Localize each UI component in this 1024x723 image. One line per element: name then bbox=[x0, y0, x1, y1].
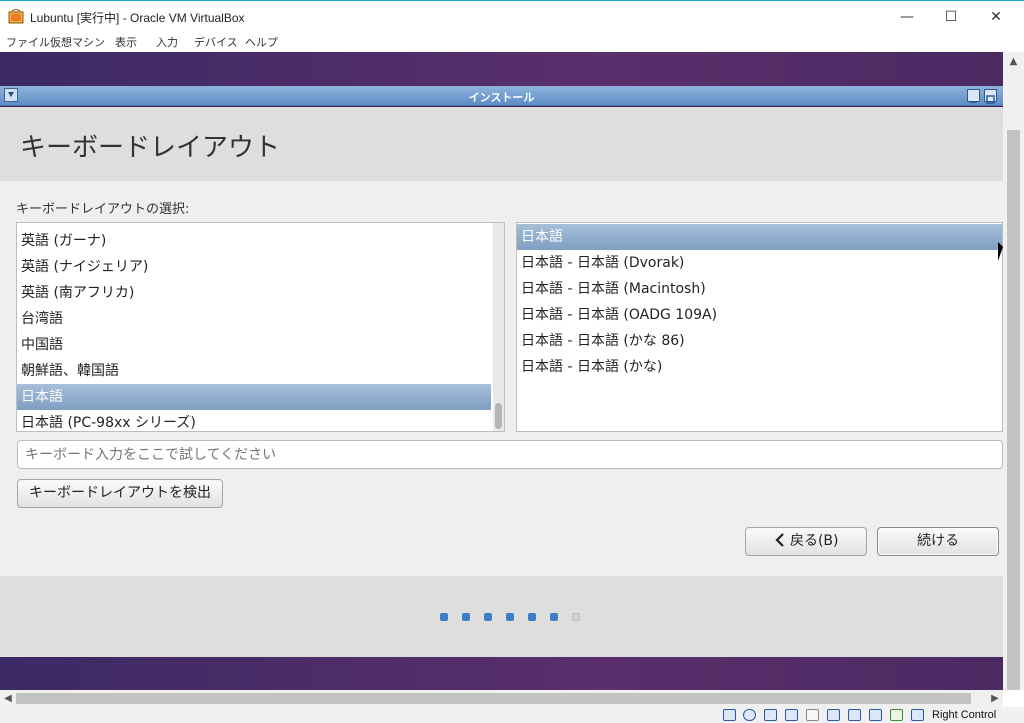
progress-dot-completed bbox=[462, 613, 470, 621]
vm-display[interactable]: インストール キーボードレイアウト キーボードレイアウトの選択: 英語 (ガーナ… bbox=[0, 52, 1003, 690]
minimize-icon: — bbox=[900, 9, 914, 25]
menu-help[interactable]: ヘルプ bbox=[245, 34, 278, 50]
scroll-left-arrow-icon[interactable]: ◀ bbox=[0, 690, 16, 707]
layout-list[interactable]: 英語 (ガーナ) 英語 (ナイジェリア) 英語 (南アフリカ) 台湾語 中国語 … bbox=[16, 222, 505, 432]
progress-dot-completed bbox=[440, 613, 448, 621]
installer-header: キーボードレイアウト bbox=[0, 107, 1003, 181]
desktop-background-top bbox=[0, 52, 1003, 86]
hard-disk-icon[interactable] bbox=[723, 709, 736, 721]
list-item[interactable]: 日本語 - 日本語 (かな) bbox=[517, 354, 1002, 380]
shared-folders-icon[interactable] bbox=[806, 709, 819, 721]
virtualbox-app-icon bbox=[8, 9, 24, 24]
keyboard-test-input[interactable] bbox=[17, 440, 1003, 469]
progress-dot-pending bbox=[572, 613, 580, 621]
close-button[interactable]: ✕ bbox=[973, 5, 1019, 29]
vm-vertical-scrollbar[interactable]: ▲ bbox=[1003, 52, 1024, 690]
variant-list[interactable]: 日本語 日本語 - 日本語 (Dvorak) 日本語 - 日本語 (Macint… bbox=[516, 222, 1003, 432]
usb-icon[interactable] bbox=[785, 709, 798, 721]
progress-dot-completed bbox=[528, 613, 536, 621]
keyboard-capture-icon[interactable] bbox=[911, 709, 924, 721]
menu-view[interactable]: 表示 bbox=[115, 34, 137, 50]
host-menubar: ファイル 仮想マシン 表示 入力 デバイス ヘルプ bbox=[0, 32, 1024, 52]
optical-drive-icon[interactable] bbox=[743, 709, 756, 721]
progress-dot-completed bbox=[506, 613, 514, 621]
list-item[interactable]: 朝鮮語、韓国語 bbox=[17, 358, 491, 384]
window-title: Lubuntu [実行中] - Oracle VM VirtualBox bbox=[30, 11, 245, 25]
scroll-up-arrow-icon[interactable]: ▲ bbox=[1003, 54, 1024, 70]
installer-footer bbox=[0, 576, 1003, 657]
list-item[interactable]: 日本語 - 日本語 (Macintosh) bbox=[517, 276, 1002, 302]
close-icon: ✕ bbox=[990, 9, 1002, 25]
back-button-label: 戻る(B) bbox=[789, 533, 839, 549]
list-item-selected[interactable]: 日本語 bbox=[17, 384, 491, 410]
vm-horizontal-scroll-thumb[interactable] bbox=[16, 693, 971, 704]
list-item[interactable]: 英語 (ナイジェリア) bbox=[17, 254, 491, 280]
installer-content: キーボードレイアウトの選択: 英語 (ガーナ) 英語 (ナイジェリア) 英語 (… bbox=[0, 181, 1003, 576]
menu-machine[interactable]: 仮想マシン bbox=[50, 34, 105, 50]
menu-file[interactable]: ファイル bbox=[6, 34, 50, 50]
list-item[interactable]: 英語 (南アフリカ) bbox=[17, 280, 491, 306]
mouse-integration-icon[interactable] bbox=[890, 709, 903, 721]
list-item[interactable]: 日本語 - 日本語 (OADG 109A) bbox=[517, 302, 1002, 328]
layout-list-scroll-thumb[interactable] bbox=[495, 403, 502, 429]
menu-devices[interactable]: デバイス bbox=[194, 34, 238, 50]
installer-minimize-button[interactable] bbox=[967, 89, 980, 103]
chevron-left-icon bbox=[774, 533, 784, 547]
progress-dot-completed bbox=[550, 613, 558, 621]
installer-window-title: インストール bbox=[468, 91, 535, 104]
installer-titlebar: インストール bbox=[0, 86, 1003, 106]
maximize-icon: ☐ bbox=[944, 9, 958, 25]
vm-horizontal-scrollbar[interactable]: ◀ ▶ bbox=[0, 690, 1003, 707]
continue-button[interactable]: 続ける bbox=[877, 527, 999, 556]
list-item-selected[interactable]: 日本語 bbox=[517, 224, 1002, 250]
minimize-icon bbox=[970, 101, 977, 103]
minimize-button[interactable]: — bbox=[884, 5, 930, 29]
layout-list-scrollbar[interactable] bbox=[493, 223, 504, 431]
list-item[interactable]: 台湾語 bbox=[17, 306, 491, 332]
list-item[interactable]: 日本語 (PC-98xx シリーズ) bbox=[17, 410, 491, 431]
list-item[interactable]: 日本語 - 日本語 (Dvorak) bbox=[517, 250, 1002, 276]
scroll-right-arrow-icon[interactable]: ▶ bbox=[987, 690, 1003, 707]
layout-select-label: キーボードレイアウトの選択: bbox=[16, 202, 190, 217]
menu-input[interactable]: 入力 bbox=[156, 34, 178, 50]
desktop-background-bottom bbox=[0, 657, 1003, 690]
network-icon[interactable] bbox=[764, 709, 777, 721]
list-item[interactable]: 英語 (ガーナ) bbox=[17, 228, 491, 254]
list-item[interactable]: 中国語 bbox=[17, 332, 491, 358]
host-key-label: Right Control bbox=[932, 709, 997, 721]
detect-layout-button[interactable]: キーボードレイアウトを検出 bbox=[17, 479, 223, 508]
maximize-icon bbox=[986, 95, 995, 104]
vm-vertical-scroll-thumb[interactable] bbox=[1007, 130, 1020, 690]
vm-statusbar: Right Control bbox=[0, 707, 1024, 723]
back-button[interactable]: 戻る(B) bbox=[745, 527, 867, 556]
host-titlebar: Lubuntu [実行中] - Oracle VM VirtualBox — ☐… bbox=[0, 0, 1024, 32]
maximize-button[interactable]: ☐ bbox=[928, 5, 974, 29]
display-icon[interactable] bbox=[827, 709, 840, 721]
recording-icon[interactable] bbox=[848, 709, 861, 721]
page-title: キーボードレイアウト bbox=[20, 133, 281, 163]
installer-maximize-button[interactable] bbox=[984, 89, 997, 104]
cpu-icon[interactable] bbox=[869, 709, 882, 721]
list-item[interactable]: 日本語 - 日本語 (かな 86) bbox=[517, 328, 1002, 354]
progress-dot-completed bbox=[484, 613, 492, 621]
